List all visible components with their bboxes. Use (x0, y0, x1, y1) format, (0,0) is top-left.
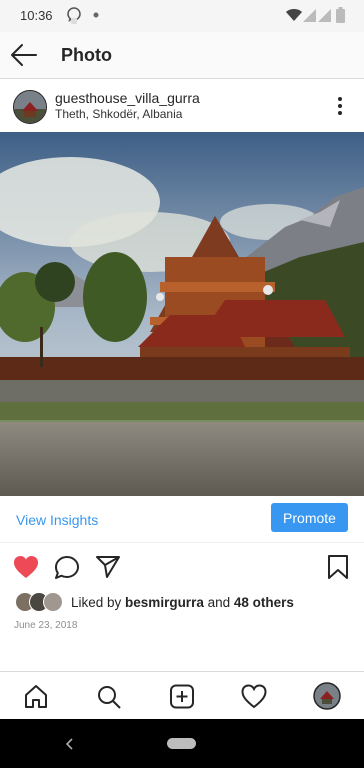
liked-by-user[interactable]: besmirgurra (125, 595, 204, 610)
signal-secondary-icon (318, 9, 331, 22)
paper-plane-icon[interactable] (95, 555, 121, 579)
app-bar: Photo (0, 32, 364, 79)
vertical-dots-icon[interactable] (330, 94, 350, 118)
status-time: 10:36 (20, 8, 53, 23)
insights-row: View Insights Promote (0, 496, 364, 543)
post-location[interactable]: Theth, Shkodër, Albania (55, 107, 182, 121)
signal-icon (303, 9, 316, 22)
avatar[interactable] (13, 90, 47, 124)
bookmark-icon[interactable] (327, 554, 349, 580)
liker-avatars[interactable] (15, 592, 65, 612)
liked-by-text[interactable]: Liked by besmirgurra and 48 others (71, 595, 294, 610)
chevron-left-icon[interactable] (64, 738, 74, 750)
post-actions (0, 548, 364, 588)
liked-by-prefix: Liked by (71, 595, 126, 610)
liker-avatar (43, 592, 63, 612)
home-icon[interactable] (23, 684, 49, 709)
status-bar: 10:36 (0, 0, 364, 32)
notification-dot-icon (93, 12, 99, 18)
home-pill-icon[interactable] (167, 738, 196, 749)
liked-by-others[interactable]: 48 others (234, 595, 294, 610)
post-photo[interactable] (0, 132, 364, 496)
heart-icon[interactable] (13, 555, 39, 579)
likes-row: Liked by besmirgurra and 48 others (0, 588, 364, 616)
battery-icon (336, 7, 345, 23)
arrow-left-icon[interactable] (10, 42, 38, 68)
profile-avatar-icon[interactable] (313, 682, 341, 710)
system-navigation-bar (0, 719, 364, 768)
heart-outline-icon[interactable] (241, 684, 267, 709)
search-icon[interactable] (96, 684, 122, 709)
page-title: Photo (61, 45, 112, 65)
whatsapp-notification-icon (67, 7, 81, 24)
avatar-image (14, 91, 46, 123)
plus-square-icon[interactable] (169, 684, 195, 709)
promote-button[interactable]: Promote (271, 503, 348, 532)
comment-bubble-icon[interactable] (54, 555, 80, 580)
bottom-nav (0, 671, 364, 720)
post-username[interactable]: guesthouse_villa_gurra (55, 90, 200, 106)
view-insights-link[interactable]: View Insights (16, 512, 98, 528)
post-header: guesthouse_villa_gurra Theth, Shkodër, A… (0, 80, 364, 132)
post-date: June 23, 2018 (14, 620, 78, 631)
liked-by-connector: and (203, 595, 234, 610)
wifi-icon (286, 9, 302, 21)
